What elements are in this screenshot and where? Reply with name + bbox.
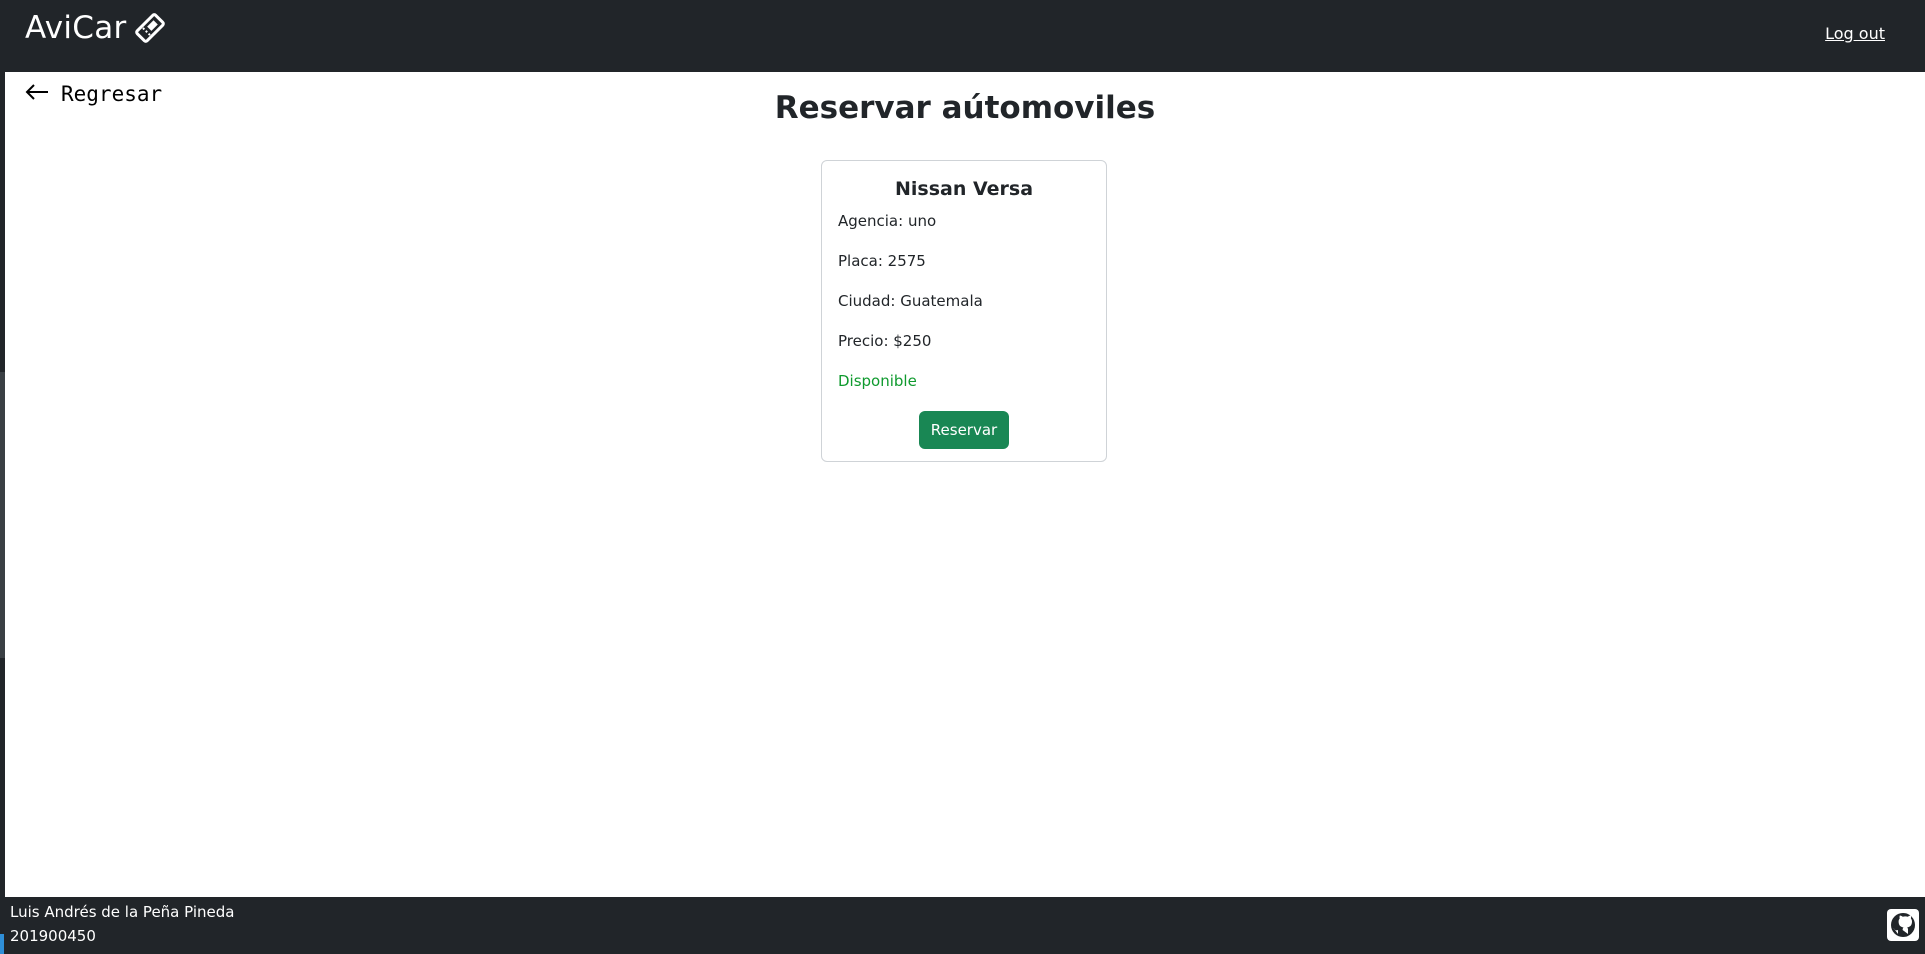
car-agency: Agencia: uno: [838, 212, 937, 230]
brand-name: AviCar: [25, 10, 127, 46]
car-price: Precio: $250: [838, 332, 932, 350]
left-edge-strip: [0, 72, 5, 897]
top-navbar: AviCar Log out: [0, 0, 1925, 72]
car-title: Nissan Versa: [894, 178, 1034, 200]
footer: Luis Andrés de la Peña Pineda 201900450: [0, 897, 1925, 954]
car-city: Ciudad: Guatemala: [838, 292, 983, 310]
logout-link[interactable]: Log out: [1825, 24, 1885, 43]
car-status: Disponible: [838, 372, 917, 390]
ticket-icon: [133, 11, 167, 45]
footer-author-name: Luis Andrés de la Peña Pineda: [10, 903, 235, 921]
car-plate: Placa: 2575: [838, 252, 926, 270]
page-title: Reservar aútomoviles: [774, 90, 1156, 126]
reserve-button[interactable]: Reservar: [919, 411, 1009, 449]
brand-link[interactable]: AviCar: [25, 10, 167, 46]
footer-accent: [0, 934, 4, 954]
github-icon[interactable]: [1887, 909, 1919, 941]
car-card: Nissan Versa Agencia: uno Placa: 2575 Ci…: [821, 160, 1107, 462]
footer-author-id: 201900450: [10, 927, 96, 945]
